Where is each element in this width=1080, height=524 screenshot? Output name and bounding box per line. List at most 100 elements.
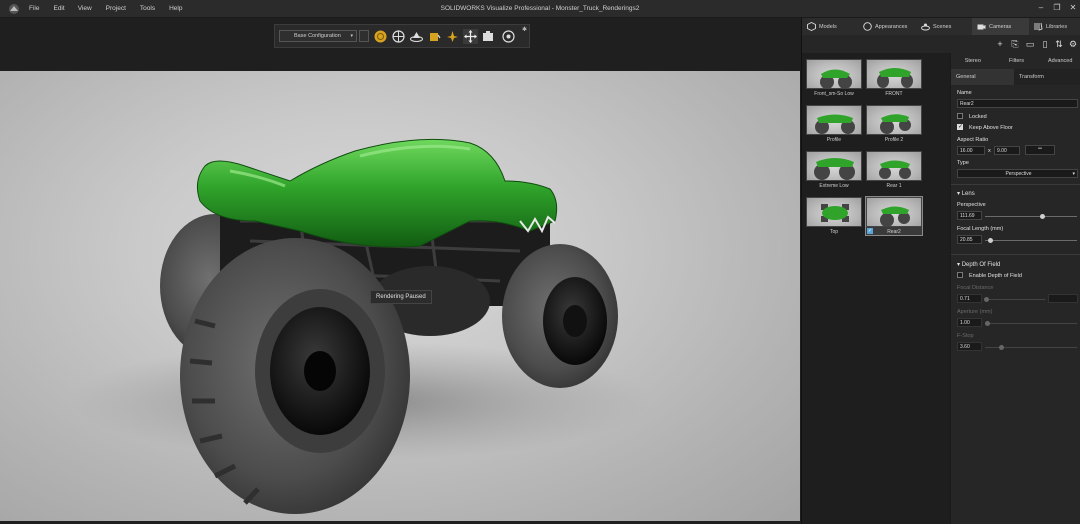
camera-label: FRONT xyxy=(885,91,903,97)
focal-distance-pick-button[interactable] xyxy=(1048,294,1078,303)
perspective-slider-handle[interactable] xyxy=(1039,214,1045,219)
sort-icon[interactable]: ⇅ xyxy=(1054,39,1064,49)
close-icon[interactable]: ✕ xyxy=(1066,2,1080,14)
import-icon[interactable]: ⎘ xyxy=(1010,39,1020,49)
camera-preview xyxy=(866,151,922,181)
camera-preview xyxy=(806,105,862,135)
camera-label: Front_sm-So Low xyxy=(814,91,854,97)
render-status-tooltip: Rendering Paused xyxy=(370,290,432,304)
lens-label: Lens xyxy=(961,191,975,197)
camera-thumb-rear-1[interactable]: Rear 1 xyxy=(866,151,922,189)
locked-checkbox[interactable] xyxy=(957,113,963,119)
camera-subtabs-2: General Transform xyxy=(951,69,1080,85)
tab-cameras[interactable]: Cameras xyxy=(972,18,1029,35)
camera-thumb-top[interactable]: Top xyxy=(806,197,862,235)
depth-of-field-section[interactable]: ▾ Depth Of Field xyxy=(957,261,1000,268)
camera-thumb-profile[interactable]: Profile xyxy=(806,105,862,143)
camera-thumb-profile-2[interactable]: Profile 2 xyxy=(866,105,922,143)
configuration-button[interactable] xyxy=(359,30,369,42)
render-toolbar: Base Configuration ▾ ✱ xyxy=(274,24,530,48)
camera-tab-icon xyxy=(977,24,986,30)
camera-preview xyxy=(866,59,922,89)
settings-icon[interactable]: ⚙ xyxy=(1068,39,1078,49)
tab-appearances[interactable]: Appearances xyxy=(858,18,916,35)
lens-section[interactable]: ▾ Lens xyxy=(957,190,975,197)
render-viewport[interactable]: Rendering Paused xyxy=(0,71,800,521)
aspect-width-field[interactable]: 16.00 xyxy=(957,146,985,155)
name-label: Name xyxy=(957,90,972,96)
camera-preview xyxy=(806,59,862,89)
tab-libraries[interactable]: Libraries xyxy=(1029,18,1080,35)
aperture-field[interactable]: 1.00 xyxy=(957,318,982,327)
focal-length-slider[interactable] xyxy=(985,240,1077,241)
pin-icon[interactable]: ✱ xyxy=(522,26,527,33)
f-stop-label: F-Stop xyxy=(957,333,974,339)
tab-filters[interactable]: Filters xyxy=(995,53,1039,69)
save-icon[interactable]: ▭ xyxy=(1025,39,1035,49)
tab-libraries-label: Libraries xyxy=(1046,24,1068,30)
light-icon[interactable] xyxy=(445,29,460,44)
enable-dof-checkbox[interactable] xyxy=(957,272,963,278)
focal-distance-field[interactable]: 0.71 xyxy=(957,294,982,303)
type-select[interactable]: Perspective ▾ xyxy=(957,169,1078,178)
perspective-label: Perspective xyxy=(957,202,986,208)
sphere-icon xyxy=(863,22,872,31)
tab-models[interactable]: Models xyxy=(802,18,858,35)
camera-icon[interactable] xyxy=(481,29,496,44)
camera-thumb-front-sm[interactable]: Front_sm-So Low xyxy=(806,59,862,97)
render-icon[interactable] xyxy=(501,29,516,44)
camera-thumb-rear2[interactable]: ✓ Rear2 xyxy=(865,196,923,236)
name-field[interactable]: Rear2 xyxy=(957,99,1078,108)
chevron-down-icon: ▾ xyxy=(350,33,353,39)
type-value: Perspective xyxy=(1005,171,1032,177)
keep-above-floor-checkbox[interactable] xyxy=(957,123,963,130)
add-icon[interactable]: + xyxy=(995,39,1005,49)
camera-label: Profile xyxy=(826,137,842,143)
aspect-ratio-label: Aspect Ratio xyxy=(957,137,989,143)
perspective-field[interactable]: 111.69 xyxy=(957,211,982,220)
paint-bucket-icon[interactable] xyxy=(427,29,442,44)
tab-cameras-label: Cameras xyxy=(989,24,1012,30)
environment-icon[interactable] xyxy=(373,29,388,44)
focal-length-slider-handle[interactable] xyxy=(988,238,994,243)
tab-scenes[interactable]: Scenes xyxy=(916,18,972,35)
focal-distance-slider[interactable] xyxy=(985,299,1045,300)
cube-icon xyxy=(807,22,816,31)
focal-distance-slider-handle[interactable] xyxy=(984,297,990,302)
minimize-icon[interactable]: – xyxy=(1034,2,1048,14)
f-stop-field[interactable]: 3.60 xyxy=(957,342,982,351)
tab-general[interactable]: General xyxy=(951,69,1014,85)
aperture-slider-handle[interactable] xyxy=(985,321,991,326)
tab-advanced[interactable]: Advanced xyxy=(1038,53,1080,69)
maximize-icon[interactable]: ❐ xyxy=(1050,2,1064,14)
camera-thumb-extreme-low[interactable]: Extreme Low xyxy=(806,151,862,189)
window-title: SOLIDWORKS Visualize Professional - Mons… xyxy=(440,5,640,12)
camera-preview xyxy=(866,197,922,227)
divider xyxy=(951,184,1080,185)
tab-stereo[interactable]: Stereo xyxy=(951,53,995,69)
camera-label: Top xyxy=(829,229,839,235)
camera-preview xyxy=(866,105,922,135)
library-icon xyxy=(1034,22,1043,31)
title-bar: File Edit View Project Tools Help SOLIDW… xyxy=(0,0,1080,18)
f-stop-slider-handle[interactable] xyxy=(999,345,1005,350)
aperture-slider[interactable] xyxy=(985,323,1077,324)
tab-models-label: Models xyxy=(819,24,837,30)
camera-thumb-front[interactable]: FRONT xyxy=(866,59,922,97)
tab-scenes-label: Scenes xyxy=(933,24,952,30)
camera-preview xyxy=(806,151,862,181)
aspect-height-field[interactable]: 9.00 xyxy=(994,146,1020,155)
move-icon[interactable] xyxy=(463,29,478,44)
tab-transform[interactable]: Transform xyxy=(1014,69,1044,85)
delete-icon[interactable]: ▯ xyxy=(1040,39,1050,49)
configuration-select[interactable]: Base Configuration ▾ xyxy=(279,30,357,42)
focal-length-field[interactable]: 20.85 xyxy=(957,235,982,244)
scene-icon[interactable] xyxy=(409,29,424,44)
perspective-slider[interactable] xyxy=(985,216,1077,217)
aspect-presets-button[interactable]: ═ xyxy=(1025,145,1055,155)
check-icon: ✓ xyxy=(867,228,873,234)
material-sphere-icon[interactable] xyxy=(391,29,406,44)
aspect-separator: x xyxy=(988,148,991,154)
camera-thumbnails: Front_sm-So Low FRONT Profile Profile 2 … xyxy=(802,53,950,524)
camera-label: Extreme Low xyxy=(819,183,849,189)
